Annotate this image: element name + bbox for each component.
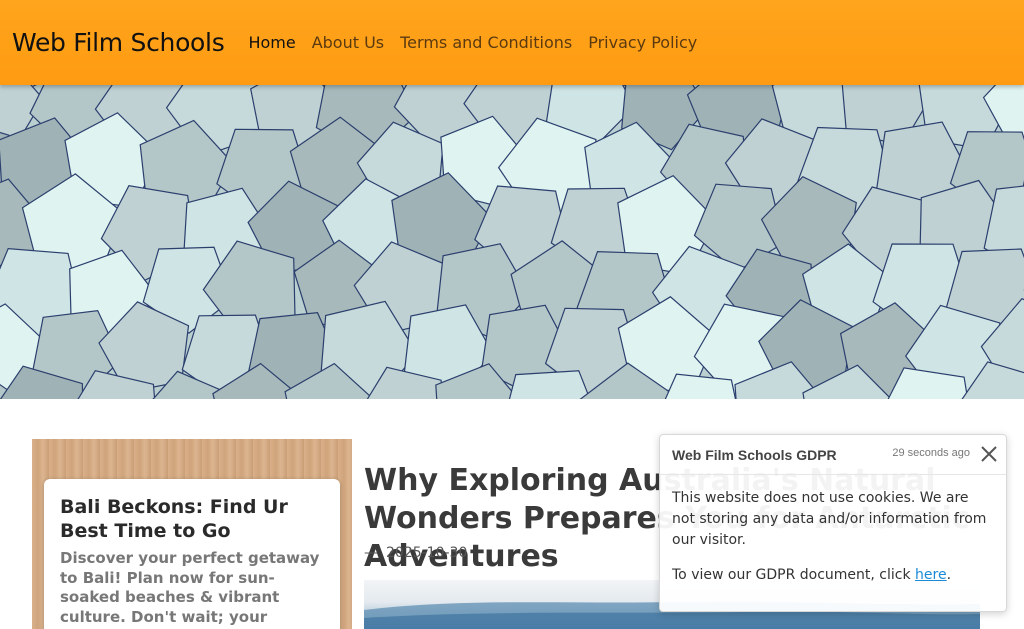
gdpr-title: Web Film Schools GDPR xyxy=(672,447,837,463)
nav-home[interactable]: Home xyxy=(248,33,295,52)
gdpr-body: This website does not use cookies. We ar… xyxy=(660,475,1006,599)
meta-dash: — xyxy=(364,545,378,561)
close-icon[interactable] xyxy=(980,445,998,463)
gdpr-document-line: To view our GDPR document, click here. xyxy=(672,565,994,586)
article-date: 2025-10-30 xyxy=(386,545,468,561)
main-nav: Home About Us Terms and Conditions Priva… xyxy=(248,33,697,52)
hero-tile-pattern xyxy=(0,85,1024,399)
gdpr-message: This website does not use cookies. We ar… xyxy=(672,490,987,548)
gdpr-header: Web Film Schools GDPR 29 seconds ago xyxy=(660,435,1006,475)
nav-privacy[interactable]: Privacy Policy xyxy=(588,33,697,52)
site-brand[interactable]: Web Film Schools xyxy=(12,28,225,57)
page: Web Film Schools Home About Us Terms and… xyxy=(0,0,1024,629)
side-post-title[interactable]: Bali Beckons: Find Ur Best Time to Go xyxy=(60,495,324,543)
nav-about-us[interactable]: About Us xyxy=(312,33,384,52)
article-meta: — 2025-10-30 xyxy=(364,545,467,561)
hero-banner-image xyxy=(0,85,1024,399)
gdpr-link-suffix: . xyxy=(946,567,952,583)
gdpr-document-link[interactable]: here xyxy=(915,567,947,583)
nav-terms[interactable]: Terms and Conditions xyxy=(400,33,572,52)
side-post-card[interactable]: Bali Beckons: Find Ur Best Time to Go Di… xyxy=(44,479,340,629)
side-post-excerpt: Discover your perfect getaway to Bali! P… xyxy=(60,549,320,629)
gdpr-timestamp: 29 seconds ago xyxy=(892,447,970,459)
gdpr-link-prefix: To view our GDPR document, click xyxy=(672,567,916,583)
site-header: Web Film Schools Home About Us Terms and… xyxy=(0,0,1024,85)
gdpr-popup: Web Film Schools GDPR 29 seconds ago Thi… xyxy=(659,434,1007,612)
